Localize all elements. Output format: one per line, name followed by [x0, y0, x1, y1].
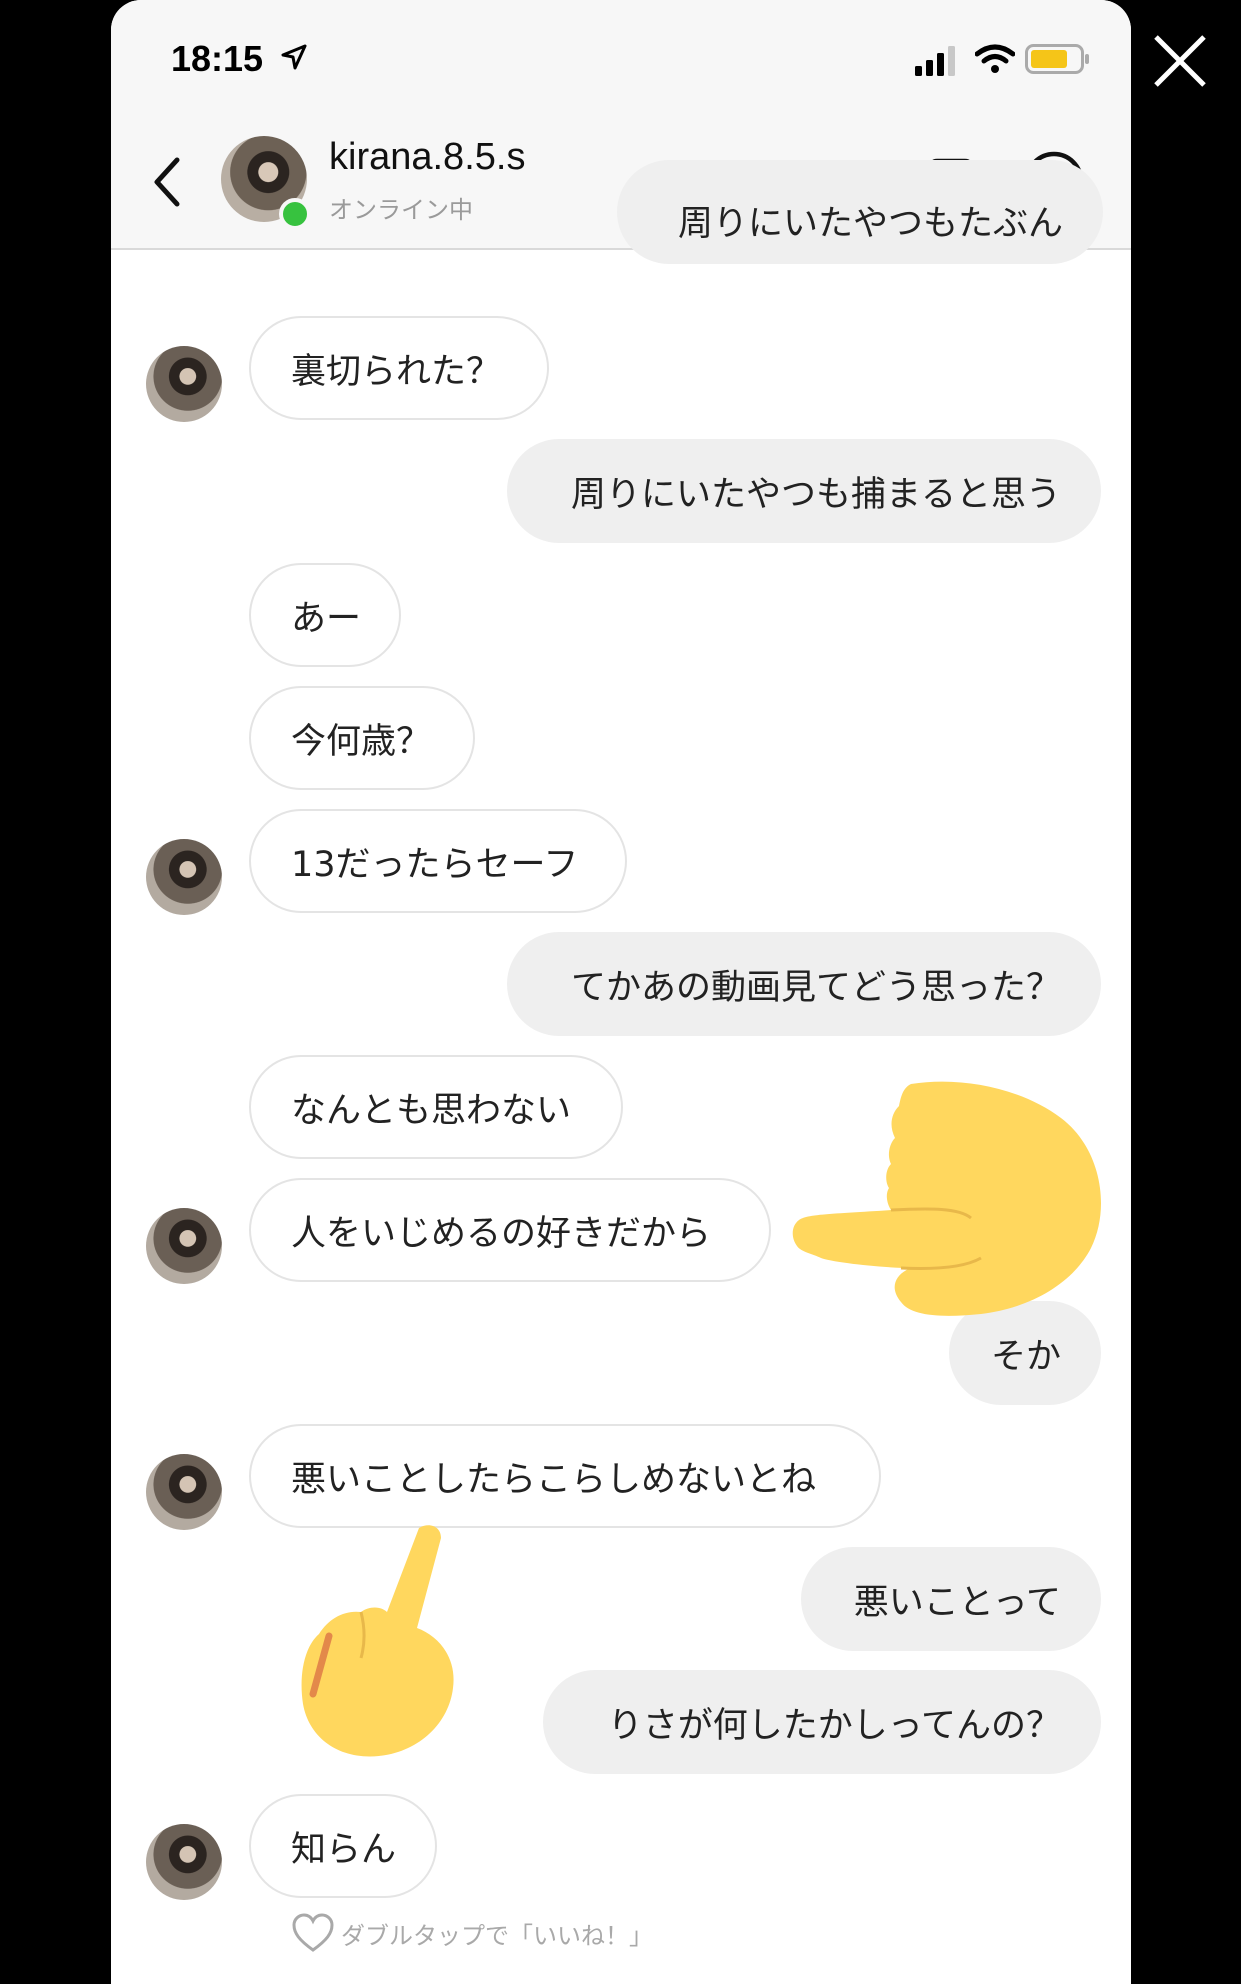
message-text: なんとも思わない [291, 1090, 572, 1131]
status-bar: 18:15 [111, 0, 1131, 120]
message-text: 知らん [291, 1829, 397, 1870]
chat-username[interactable]: kirana.8.5.s [329, 136, 525, 179]
pointing-left-hand-emoji [792, 1081, 1101, 1316]
message-bubble-outgoing[interactable]: 悪いことって [801, 1547, 1101, 1651]
message-bubble-incoming[interactable]: 悪いことしたらこらしめないとね [249, 1424, 881, 1528]
message-bubble-incoming[interactable]: 13だったらセーフ [249, 809, 627, 913]
chevron-left-icon[interactable] [147, 150, 191, 214]
message-bubble-incoming[interactable]: あー [249, 563, 401, 667]
like-hint-label: ダブルタップで「いいね！」 [341, 1921, 653, 1950]
battery-icon [1025, 44, 1089, 74]
sender-avatar[interactable] [146, 1454, 222, 1530]
message-bubble-incoming[interactable]: 人をいじめるの好きだから [249, 1178, 771, 1282]
cellular-signal-icon [915, 46, 955, 76]
message-bubble-outgoing[interactable]: 周りにいたやつも捕まると思う [507, 439, 1101, 543]
wifi-icon [975, 44, 1015, 73]
message-text: そか [990, 1336, 1061, 1377]
message-bubble-incoming[interactable]: 裏切られた？ [249, 316, 549, 420]
message-text: 今何歳？ [291, 721, 432, 762]
close-icon[interactable] [1152, 33, 1208, 89]
location-arrow-icon [281, 44, 307, 70]
phone-screen: 18:15 kirana.8.5.s オンライン中 周りにいたやつもたぶん 裏切… [111, 0, 1131, 1984]
message-bubble-outgoing[interactable]: てかあの動画見てどう思った？ [507, 932, 1101, 1036]
message-bubble-outgoing[interactable]: 周りにいたやつもたぶん [617, 160, 1103, 264]
message-text: 悪いことって [853, 1582, 1061, 1623]
message-thread[interactable]: 周りにいたやつもたぶん 裏切られた？ 周りにいたやつも捕まると思う あー 今何歳… [111, 160, 1131, 1984]
online-indicator [279, 198, 311, 230]
message-text: 周りにいたやつも捕まると思う [570, 474, 1061, 515]
message-text: 13だったらセーフ [291, 844, 579, 885]
middle-finger-emoji [301, 1525, 454, 1757]
double-tap-like-hint[interactable]: ダブルタップで「いいね！」 [291, 1913, 653, 1953]
online-status-label: オンライン中 [329, 196, 473, 224]
message-bubble-outgoing[interactable]: りさが何したかしってんの？ [543, 1670, 1101, 1774]
message-text: りさが何したかしってんの？ [607, 1705, 1061, 1746]
message-bubble-incoming[interactable]: 知らん [249, 1794, 437, 1898]
message-bubble-incoming[interactable]: なんとも思わない [249, 1055, 623, 1159]
message-text: あー [291, 598, 362, 639]
sender-avatar[interactable] [146, 1208, 222, 1284]
message-text: てかあの動画見てどう思った？ [570, 967, 1061, 1008]
sender-avatar[interactable] [146, 346, 222, 422]
sender-avatar[interactable] [146, 839, 222, 915]
status-time: 18:15 [171, 38, 264, 79]
message-text: 裏切られた？ [291, 351, 502, 392]
message-text: 周りにいたやつもたぶん [677, 204, 1063, 244]
message-text: 人をいじめるの好きだから [291, 1213, 712, 1254]
heart-icon [292, 1913, 334, 1952]
message-text: 悪いことしたらこらしめないとね [291, 1459, 817, 1500]
message-bubble-incoming[interactable]: 今何歳？ [249, 686, 475, 790]
sender-avatar[interactable] [146, 1824, 222, 1900]
